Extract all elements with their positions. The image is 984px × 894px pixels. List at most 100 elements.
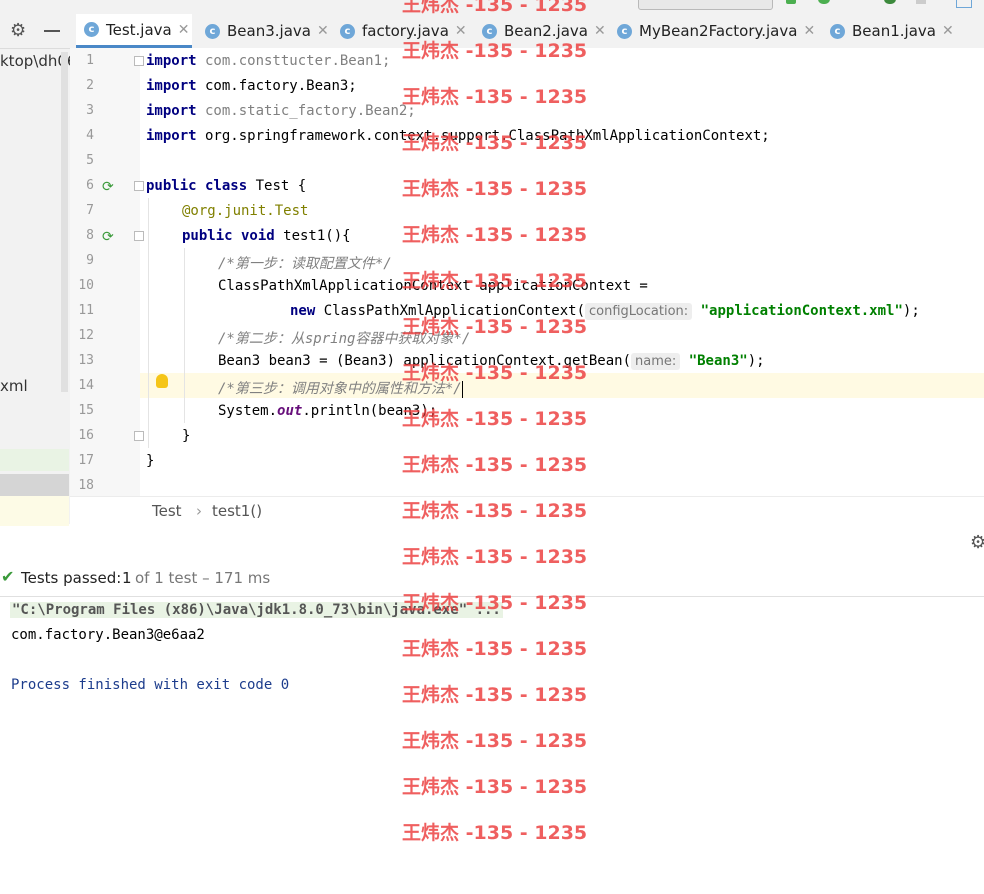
code-line-15[interactable]: System.out.println(bean3); xyxy=(218,403,437,419)
project-tree-selected-row[interactable] xyxy=(0,449,69,471)
code-line-17[interactable]: } xyxy=(146,453,154,469)
code-text: ); xyxy=(902,303,920,319)
keyword: public class xyxy=(146,178,248,194)
close-icon[interactable]: ✕ xyxy=(178,22,190,38)
line-number: 14 xyxy=(78,378,94,393)
line-number: 7 xyxy=(86,203,94,218)
breadcrumb-method[interactable]: test1() xyxy=(212,502,262,520)
keyword: import xyxy=(146,103,197,119)
line-number: 16 xyxy=(78,428,94,443)
comment: /*第二步：从spring容器中获取对象*/ xyxy=(218,331,471,347)
console-command-line[interactable]: "C:\Program Files (x86)\Java\jdk1.8.0_73… xyxy=(10,602,503,618)
line-number: 8 xyxy=(86,228,94,243)
project-tree-highlight-row[interactable] xyxy=(0,474,69,498)
code-line-4[interactable]: import org.springframework.context.suppo… xyxy=(146,128,770,144)
line-number: 9 xyxy=(86,253,94,268)
tab-label: Bean3.java xyxy=(227,22,311,40)
tab-factory-java[interactable]: c factory.java ✕ xyxy=(340,14,467,48)
code-line-10[interactable]: ClassPathXmlApplicationContext applicati… xyxy=(218,278,648,294)
annotation: Test xyxy=(274,203,309,219)
run-test-class-icon[interactable]: ⟳ xyxy=(102,179,114,195)
breadcrumb xyxy=(70,496,984,528)
annotation: @org.junit. xyxy=(182,203,275,219)
close-icon[interactable]: ✕ xyxy=(942,23,954,39)
parameter-hint: name: xyxy=(631,353,681,370)
keyword: import xyxy=(146,53,197,69)
code-line-9[interactable]: /*第一步：读取配置文件*/ xyxy=(218,253,392,273)
indent-guide xyxy=(148,198,149,448)
tab-mybean2factory-java[interactable]: c MyBean2Factory.java ✕ xyxy=(617,14,815,48)
code-text: Test { xyxy=(247,178,307,194)
line-number: 11 xyxy=(78,303,94,318)
string-literal: "applicationContext.xml" xyxy=(700,303,903,319)
console-exit-line: Process finished with exit code 0 xyxy=(11,677,290,693)
tab-test-java[interactable]: c Test.java ✕ xyxy=(76,14,192,48)
tests-passed-count: 1 xyxy=(122,569,132,587)
run-configuration-dropdown[interactable] xyxy=(638,0,773,10)
keyword: import xyxy=(146,78,197,94)
keyword: public void xyxy=(182,228,275,244)
run-test-method-icon[interactable]: ⟳ xyxy=(102,229,114,245)
fold-icon[interactable] xyxy=(134,431,144,441)
check-icon: ✔ xyxy=(1,567,15,586)
close-icon[interactable]: ✕ xyxy=(594,23,606,39)
close-icon[interactable]: ✕ xyxy=(803,23,815,39)
code-line-11[interactable]: new ClassPathXmlApplicationContext(confi… xyxy=(290,303,920,320)
stop-icon[interactable] xyxy=(916,0,926,4)
run-icon[interactable] xyxy=(786,0,796,4)
code-line-12[interactable]: /*第二步：从spring容器中获取对象*/ xyxy=(218,328,470,348)
window-icon[interactable] xyxy=(956,0,972,8)
code-line-8[interactable]: public void test1(){ xyxy=(182,228,351,244)
tab-bean3-java[interactable]: c Bean3.java ✕ xyxy=(205,14,329,48)
breadcrumb-separator: › xyxy=(196,502,202,520)
minimize-panel-icon[interactable] xyxy=(44,30,60,32)
string-literal: "Bean3" xyxy=(688,353,748,369)
code-text: test1(){ xyxy=(274,228,351,244)
settings-gear-icon[interactable]: ⚙ xyxy=(10,21,30,41)
fold-icon[interactable] xyxy=(134,56,144,66)
parameter-hint: configLocation: xyxy=(585,303,693,320)
indent-guide xyxy=(184,248,185,423)
close-icon[interactable]: ✕ xyxy=(455,23,467,39)
fold-icon[interactable] xyxy=(134,181,144,191)
run-settings-gear-icon[interactable]: ⚙ xyxy=(970,532,984,553)
comment: /*第一步：读取配置文件*/ xyxy=(218,256,392,272)
project-scrollbar[interactable] xyxy=(61,52,68,392)
code-text: com.factory.Bean3; xyxy=(196,78,357,94)
tests-passed-label: Tests passed: xyxy=(21,569,122,587)
tab-label: Bean2.java xyxy=(504,22,588,40)
tab-label: Bean1.java xyxy=(852,22,936,40)
code-text: } xyxy=(146,453,155,469)
lightbulb-icon[interactable] xyxy=(156,374,168,388)
comment: /*第三步：调用对象中的属性和方法*/ xyxy=(218,381,462,397)
static-field: out xyxy=(277,403,303,419)
code-line-13[interactable]: Bean3 bean3 = (Bean3) applicationContext… xyxy=(218,353,765,370)
class-icon: c xyxy=(617,23,632,39)
code-line-7[interactable]: @org.junit.Test xyxy=(182,203,308,219)
close-icon[interactable]: ✕ xyxy=(317,23,329,39)
console-output-line: com.factory.Bean3@e6aa2 xyxy=(11,627,205,643)
line-number: 10 xyxy=(78,278,94,293)
fold-icon[interactable] xyxy=(134,231,144,241)
tab-label: factory.java xyxy=(362,22,449,40)
code-text: ClassPathXmlApplicationContext applicati… xyxy=(218,278,648,294)
code-line-14[interactable]: /*第三步：调用对象中的属性和方法*/ xyxy=(218,378,463,398)
top-toolbar-strip xyxy=(0,0,984,14)
breadcrumb-class[interactable]: Test xyxy=(152,502,182,520)
code-line-6[interactable]: public class Test { xyxy=(146,178,306,194)
line-number: 6 xyxy=(86,178,94,193)
keyword: import xyxy=(146,128,197,144)
code-line-2[interactable]: import com.factory.Bean3; xyxy=(146,78,357,94)
line-number: 15 xyxy=(78,403,94,418)
tab-bean2-java[interactable]: c Bean2.java ✕ xyxy=(482,14,606,48)
code-line-1[interactable]: import com.consttucter.Bean1; xyxy=(146,53,390,69)
code-line-3[interactable]: import com.static_factory.Bean2; xyxy=(146,103,416,119)
project-file-item[interactable]: xml xyxy=(0,377,28,395)
code-text: } xyxy=(182,428,191,444)
tab-bean1-java[interactable]: c Bean1.java ✕ xyxy=(830,14,954,48)
tab-label: Test.java xyxy=(106,20,172,39)
text-cursor xyxy=(461,380,463,398)
class-icon: c xyxy=(205,23,220,39)
line-number: 3 xyxy=(86,103,94,118)
code-line-16[interactable]: } xyxy=(182,428,190,444)
